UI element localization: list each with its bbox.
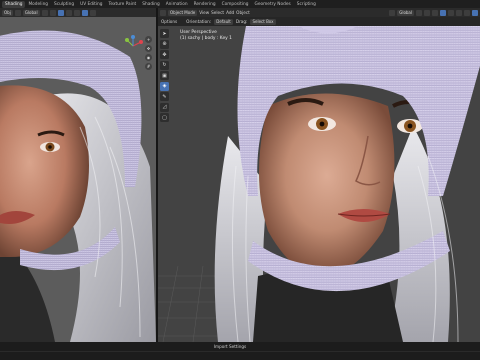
status-divider — [0, 351, 480, 352]
proportional-icon[interactable] — [49, 9, 56, 16]
left-camera-icon[interactable]: ◉ — [145, 54, 152, 61]
left-mode-label: Obj — [4, 9, 11, 15]
left-orientation-label: Global — [24, 9, 38, 15]
menu-view[interactable]: View — [199, 10, 209, 15]
workspace-tab-texture-paint[interactable]: Texture Paint — [106, 1, 140, 8]
options-dropdown[interactable]: Options — [161, 19, 177, 24]
left-nav-gizmo[interactable] — [122, 35, 144, 57]
right-viewport-render — [158, 26, 480, 342]
object-mode-dropdown[interactable]: Object Mode — [168, 9, 198, 16]
drag-value-label: Select Box — [252, 18, 274, 24]
right-snap-icon[interactable] — [416, 9, 422, 16]
pivot-point-icon[interactable] — [389, 9, 396, 16]
right-eye-left-pupil — [319, 121, 325, 127]
viewport-info: User Perspective (1) sachy | body : Key … — [180, 30, 232, 42]
viewport-shading-rendered-icon[interactable] — [81, 9, 88, 16]
right-shading-solid-icon[interactable] — [456, 9, 462, 16]
pivot-icon[interactable] — [14, 9, 21, 16]
drag-label: Drag: — [235, 19, 248, 24]
workspace-tab-animation[interactable]: Animation — [163, 1, 191, 8]
workspace-tab-modeling[interactable]: Modeling — [25, 1, 51, 8]
workspace-tab-sculpting[interactable]: Sculpting — [51, 1, 77, 8]
import-settings-button[interactable]: Import Settings — [205, 344, 255, 350]
move-icon[interactable]: ✥ — [160, 50, 169, 59]
snap-icon[interactable] — [41, 9, 48, 16]
right-viewport-header: Object Mode View Select Add Object Globa… — [158, 8, 480, 17]
menu-select[interactable]: Select — [211, 10, 224, 15]
right-viewport[interactable]: ➤ ⊕ ✥ ↻ ▣ ◈ ✎ ◿ ▢ User Perspective (1) s… — [158, 26, 480, 342]
workspace-tab-shading[interactable]: Shading — [139, 1, 162, 8]
viewport-shading-material-icon[interactable] — [73, 9, 80, 16]
add-cube-icon[interactable]: ▢ — [160, 113, 169, 122]
menu-object[interactable]: Object — [236, 10, 250, 15]
drag-value-dropdown[interactable]: Select Box — [250, 18, 276, 25]
left-zoom-icon[interactable]: + — [145, 36, 152, 43]
left-eye-pupil — [48, 145, 52, 149]
tool-shelf: ➤ ⊕ ✥ ↻ ▣ ◈ ✎ ◿ ▢ — [160, 29, 169, 122]
status-bar: Import Settings — [0, 342, 480, 360]
cursor-3d-icon[interactable]: ⊕ — [160, 39, 169, 49]
workspace-tab-bar: Shading Modeling Sculpting UV Editing Te… — [0, 0, 480, 8]
viewport-shading-solid-icon[interactable] — [65, 9, 72, 16]
right-eye-right-pupil — [407, 123, 413, 129]
workspace-tab-geometry-nodes[interactable]: Geometry Nodes — [252, 1, 294, 8]
right-orientation-dropdown[interactable]: Global — [397, 9, 414, 16]
object-mode-label: Object Mode — [170, 9, 196, 15]
right-shading-material-icon[interactable] — [464, 9, 470, 16]
right-shading-rendered-icon[interactable] — [472, 9, 478, 16]
left-viewport-header: Obj Global — [0, 8, 158, 17]
orientation-value-label: Default — [216, 18, 231, 24]
right-xray-icon[interactable] — [448, 9, 454, 16]
workspace-tab-rendering[interactable]: Rendering — [191, 1, 219, 8]
select-cursor-icon[interactable]: ➤ — [160, 29, 169, 38]
left-pan-icon[interactable]: ✥ — [145, 45, 152, 52]
left-orientation-dropdown[interactable]: Global — [22, 9, 40, 16]
left-viewport[interactable]: + ✥ ◉ # — [0, 17, 156, 342]
orientation-value-dropdown[interactable]: Default — [214, 18, 233, 25]
right-visibility-icon[interactable] — [432, 9, 438, 16]
annotate-icon[interactable]: ✎ — [160, 92, 169, 101]
right-overlay-icon[interactable] — [440, 9, 446, 16]
viewport-object-label: (1) sachy | body : Key 1 — [180, 36, 232, 41]
left-grid-icon[interactable]: # — [145, 63, 152, 70]
rotate-icon[interactable]: ↻ — [160, 60, 169, 70]
left-mode-dropdown[interactable]: Obj — [2, 9, 13, 16]
shading-options-icon[interactable] — [89, 9, 96, 16]
editor-type-icon[interactable] — [160, 9, 166, 16]
menu-add[interactable]: Add — [226, 10, 234, 15]
orientation-label: Orientation: — [186, 19, 212, 24]
tool-settings-bar: Options Orientation: Default Drag: Selec… — [158, 17, 480, 26]
left-viewport-render — [0, 17, 156, 342]
workspace-tab-scripting[interactable]: Scripting — [294, 1, 319, 8]
overlay-toggle-icon[interactable] — [57, 9, 64, 16]
measure-icon[interactable]: ◿ — [160, 102, 169, 112]
right-orientation-label: Global — [399, 9, 412, 15]
workspace-tab-uv-editing[interactable]: UV Editing — [77, 1, 105, 8]
workspace-tab-compositing[interactable]: Compositing — [219, 1, 252, 8]
workspace-tab-shading-active[interactable]: Shading — [2, 0, 26, 8]
right-proportional-icon[interactable] — [424, 9, 430, 16]
transform-icon[interactable]: ◈ — [160, 81, 169, 91]
scale-icon[interactable]: ▣ — [160, 71, 169, 80]
